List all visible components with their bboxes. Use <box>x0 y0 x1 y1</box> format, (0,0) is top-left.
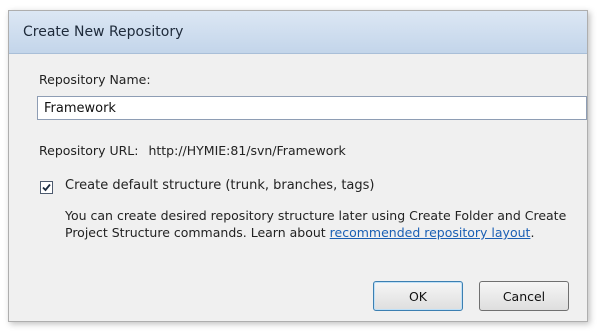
repository-url-value: http://HYMIE:81/svn/Framework <box>148 143 346 158</box>
hint-suffix: . <box>530 225 535 240</box>
cancel-button[interactable]: Cancel <box>479 281 569 311</box>
page-background: Create New Repository Repository Name: R… <box>0 0 606 334</box>
checkmark-icon <box>42 183 51 192</box>
create-repository-dialog: Create New Repository Repository Name: R… <box>8 10 588 322</box>
repository-name-input[interactable] <box>37 96 587 120</box>
repository-url-label: Repository URL: <box>39 143 139 158</box>
repository-url-row: Repository URL: http://HYMIE:81/svn/Frame… <box>39 143 346 158</box>
dialog-title: Create New Repository <box>23 24 184 40</box>
create-default-structure-checkbox[interactable] <box>40 181 53 194</box>
ok-button[interactable]: OK <box>373 281 463 311</box>
create-default-structure-label[interactable]: Create default structure (trunk, branche… <box>65 178 375 193</box>
recommended-layout-link[interactable]: recommended repository layout <box>330 225 531 240</box>
structure-hint-text: You can create desired repository struct… <box>65 207 575 241</box>
dialog-title-bar[interactable]: Create New Repository <box>9 11 587 54</box>
repository-name-label: Repository Name: <box>39 72 151 87</box>
